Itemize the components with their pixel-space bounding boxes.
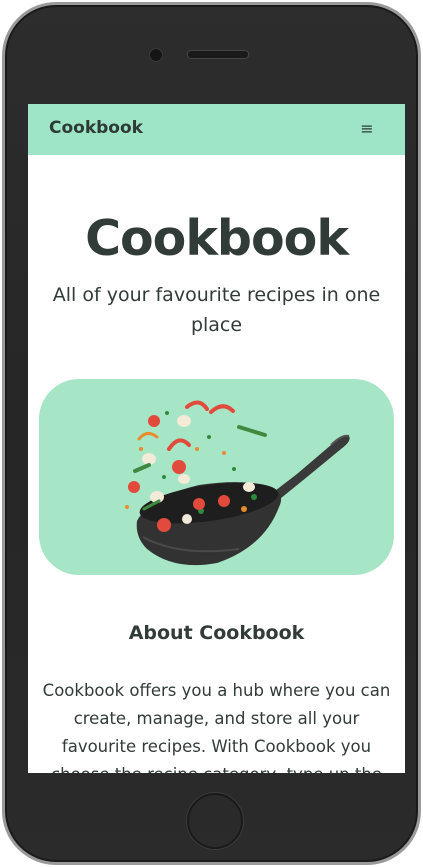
about-paragraph: Cookbook offers you a hub where you can … [42, 681, 391, 773]
phone-screen: Cookbook ≡ Cookbook All of your favourit… [28, 104, 405, 773]
wok-illustration-icon [125, 400, 350, 566]
hamburger-icon[interactable]: ≡ [357, 118, 377, 140]
navbar: Cookbook ≡ [28, 104, 405, 155]
earpiece-speaker [187, 50, 249, 59]
phone-frame: Cookbook ≡ Cookbook All of your favourit… [2, 2, 421, 865]
page-title: Cookbook [85, 210, 349, 267]
page-subtitle: All of your favourite recipes in one pla… [52, 284, 381, 336]
front-camera [149, 48, 163, 62]
hero-image [39, 379, 394, 575]
about-heading: About Cookbook [128, 622, 305, 644]
navbar-brand[interactable]: Cookbook [49, 118, 143, 138]
home-button[interactable] [187, 793, 243, 849]
